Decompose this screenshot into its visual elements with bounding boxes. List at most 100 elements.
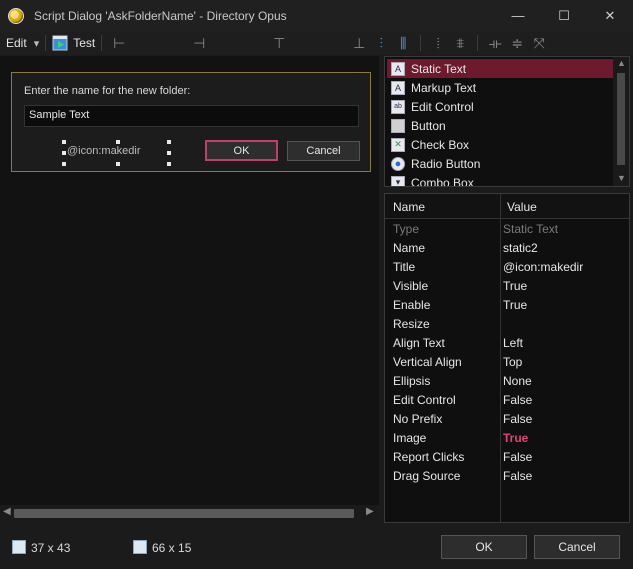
property-name: Enable <box>393 298 431 312</box>
palette-item-button[interactable]: Button <box>387 116 613 135</box>
make-same-width-icon[interactable]: ⟛ <box>484 35 506 52</box>
property-row-vertical-align[interactable]: Vertical Align Top <box>385 353 629 372</box>
scroll-right-icon[interactable]: ▶ <box>366 506 374 517</box>
align-bottom-icon[interactable]: ⊥ <box>348 35 370 52</box>
toolbar-divider <box>420 35 422 51</box>
property-row-ellipsis[interactable]: Ellipsis None <box>385 372 629 391</box>
property-value: Top <box>503 355 523 369</box>
palette-item-radio-button[interactable]: ● Radio Button <box>387 154 613 173</box>
property-value: True <box>503 431 529 445</box>
align-top-icon[interactable]: ⊤ <box>268 35 290 52</box>
markup-text-icon: A <box>391 80 405 95</box>
property-name: Align Text <box>393 336 445 350</box>
scroll-left-icon[interactable]: ◀ <box>3 506 11 517</box>
palette-item-combo-box[interactable]: ▾ Combo Box <box>387 173 613 187</box>
property-value: False <box>503 393 533 407</box>
make-same-height-icon[interactable]: ≑ <box>506 35 528 52</box>
combo-box-icon: ▾ <box>391 175 405 186</box>
property-row-resize[interactable]: Resize <box>385 315 629 334</box>
property-name: Type <box>393 222 420 236</box>
property-row-no-prefix[interactable]: No Prefix False <box>385 410 629 429</box>
edit-control-icon: ab <box>391 99 405 114</box>
directory-opus-app-icon <box>8 7 24 24</box>
dialog-preview[interactable]: Enter the name for the new folder: Sampl… <box>11 72 371 172</box>
property-name: Ellipsis <box>393 374 431 388</box>
radio-button-icon: ● <box>391 156 405 171</box>
dialog-design-canvas[interactable]: Enter the name for the new folder: Sampl… <box>0 56 379 505</box>
property-name: No Prefix <box>393 412 443 426</box>
palette-scrollbar[interactable]: ▲ ▼ <box>613 57 629 186</box>
editor-toolbar: Edit ▾ Test ⊢ ⊣ ⊤ ⊥ ⫶ ⫼ ⦙ ⩨ ⟛ ≑ ⤧ <box>0 31 633 55</box>
cancel-button[interactable]: Cancel <box>534 535 620 559</box>
property-name: Name <box>393 241 426 255</box>
position-icon <box>12 540 26 554</box>
property-value: Static Text <box>503 222 559 236</box>
property-row-type[interactable]: Type Static Text <box>385 220 629 239</box>
control-palette: A Static Text A Markup Text ab Edit Cont… <box>384 56 630 187</box>
edit-menu-button[interactable]: Edit ▾ <box>6 36 39 50</box>
property-row-image[interactable]: Image True <box>385 429 629 448</box>
palette-item-label: Combo Box <box>411 175 474 187</box>
scroll-up-icon[interactable]: ▲ <box>617 58 626 68</box>
preview-ok-button[interactable]: OK <box>205 140 278 161</box>
space-horizontal-icon[interactable]: ⦙ <box>427 35 449 52</box>
palette-item-label: Check Box <box>411 137 470 152</box>
property-row-report-clicks[interactable]: Report Clicks False <box>385 448 629 467</box>
folder-name-input[interactable]: Sample Text <box>24 105 359 127</box>
selection-handle[interactable] <box>62 140 66 144</box>
test-label: Test <box>73 36 96 50</box>
selection-handle[interactable] <box>62 151 66 155</box>
column-header-name[interactable]: Name <box>393 200 425 214</box>
toolbar-divider <box>45 35 47 51</box>
make-same-size-icon[interactable]: ⤧ <box>528 35 550 52</box>
position-readout: 37 x 43 <box>31 541 71 555</box>
property-name: Drag Source <box>393 469 461 483</box>
property-value: True <box>503 298 528 312</box>
palette-item-static-text[interactable]: A Static Text <box>387 59 613 78</box>
center-vertical-icon[interactable]: ⫶ <box>370 35 392 52</box>
palette-item-markup-text[interactable]: A Markup Text <box>387 78 613 97</box>
ok-button[interactable]: OK <box>441 535 527 559</box>
palette-item-label: Button <box>411 118 446 133</box>
selection-handle[interactable] <box>167 151 171 155</box>
align-right-icon[interactable]: ⊣ <box>188 35 210 52</box>
preview-cancel-button[interactable]: Cancel <box>287 141 360 161</box>
property-row-drag-source[interactable]: Drag Source False <box>385 467 629 486</box>
scrollbar-thumb[interactable] <box>14 509 354 518</box>
scroll-down-icon[interactable]: ▼ <box>617 173 626 183</box>
canvas-horizontal-scrollbar[interactable]: ◀ ▶ <box>0 505 379 521</box>
footer-bar: 37 x 43 66 x 15 OK Cancel <box>0 527 633 569</box>
selection-handle[interactable] <box>167 162 171 166</box>
minimize-button[interactable]: — <box>495 0 541 31</box>
center-horizontal-icon[interactable]: ⫼ <box>392 35 414 52</box>
selected-static-text[interactable]: @icon:makedir <box>67 145 141 157</box>
property-row-enable[interactable]: Enable True <box>385 296 629 315</box>
align-left-icon[interactable]: ⊢ <box>108 35 130 52</box>
palette-item-label: Markup Text <box>411 80 477 95</box>
property-name: Edit Control <box>393 393 456 407</box>
property-row-name[interactable]: Name static2 <box>385 239 629 258</box>
palette-item-edit-control[interactable]: ab Edit Control <box>387 97 613 116</box>
window-title: Script Dialog 'AskFolderName' - Director… <box>34 8 287 23</box>
maximize-button[interactable]: ☐ <box>541 0 587 31</box>
property-row-visible[interactable]: Visible True <box>385 277 629 296</box>
button-icon <box>391 118 405 133</box>
edit-menu-label: Edit <box>6 36 27 50</box>
property-row-edit-control[interactable]: Edit Control False <box>385 391 629 410</box>
space-vertical-icon[interactable]: ⩨ <box>449 35 471 52</box>
property-row-align-text[interactable]: Align Text Left <box>385 334 629 353</box>
close-button[interactable]: ✕ <box>587 0 633 31</box>
palette-item-label: Radio Button <box>411 156 481 171</box>
test-button[interactable]: Test <box>52 35 95 51</box>
scrollbar-thumb[interactable] <box>617 73 625 165</box>
toolbar-divider <box>101 35 103 51</box>
palette-item-check-box[interactable]: ✕ Check Box <box>387 135 613 154</box>
property-value: False <box>503 412 533 426</box>
column-header-value[interactable]: Value <box>507 200 537 214</box>
selection-handle[interactable] <box>62 162 66 166</box>
check-box-icon: ✕ <box>391 137 405 152</box>
property-row-title[interactable]: Title @icon:makedir <box>385 258 629 277</box>
selection-handle[interactable] <box>116 140 120 144</box>
selection-handle[interactable] <box>167 140 171 144</box>
selection-handle[interactable] <box>116 162 120 166</box>
